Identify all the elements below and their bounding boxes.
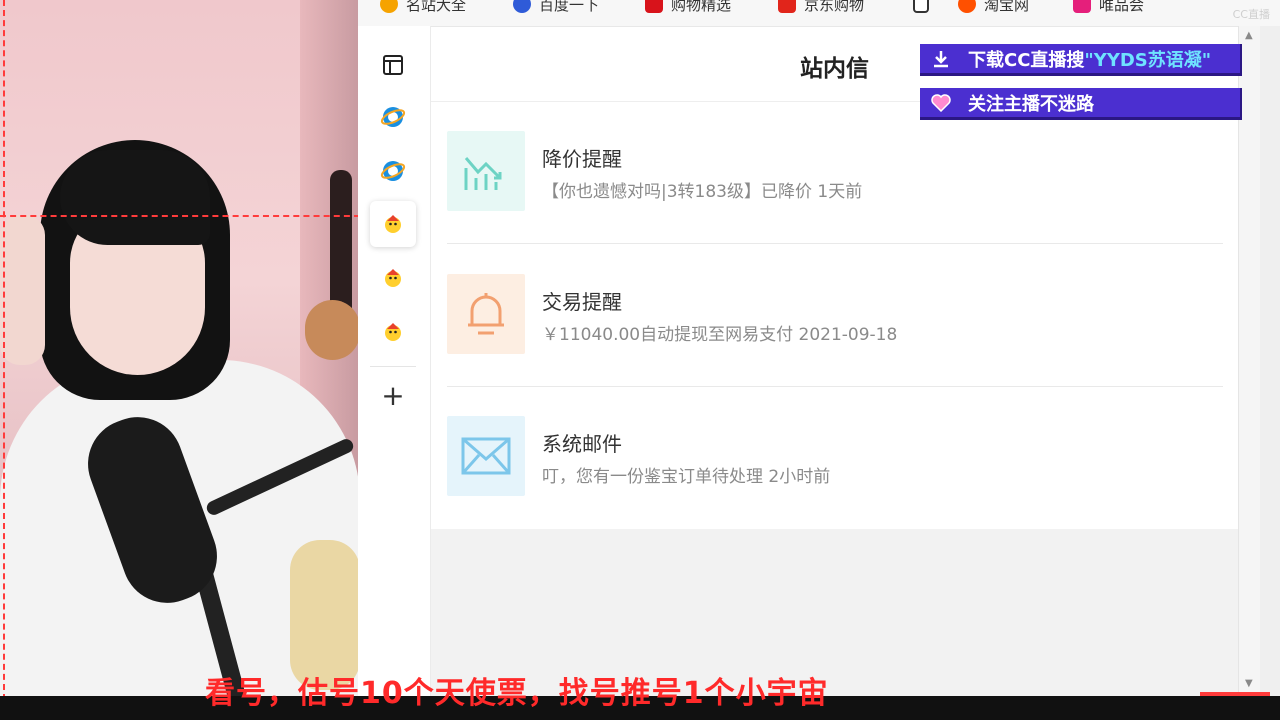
message-item-price-drop[interactable]: 降价提醒 【你也遗憾对吗|3转183级】已降价 1天前 [447,131,1223,251]
streamer-bangs [60,150,210,245]
panel-layout-icon [383,55,403,75]
scrollbar[interactable]: ▲ ▼ [1238,26,1261,696]
site-directory-icon [380,0,398,13]
frame-line-left [3,0,5,700]
mail-icon-box [447,416,525,496]
sidebar-chick-app-3[interactable] [370,309,416,355]
blank-page-icon [913,0,929,13]
follow-banner: 关注主播不迷路 [920,88,1242,120]
browser-e-icon [380,107,406,127]
sidebar-browser-1[interactable] [370,94,416,140]
sidebar-browser-2[interactable] [370,148,416,194]
scroll-down-icon[interactable]: ▼ [1245,678,1253,689]
mail-icon [461,437,511,475]
content-area: 站内信 降价提醒 【你也遗憾对吗|3转183级】已降价 1天前 交易提醒 ￥11… [431,26,1238,696]
chick-app-icon [385,215,401,233]
bookmark-label: 淘宝网 [984,0,1030,14]
bookmark-label: 百度一下 [539,0,600,14]
sidebar-divider [370,366,416,367]
bell-icon-box [447,274,525,354]
message-divider [447,386,1223,387]
message-title: 降价提醒 [542,147,622,171]
message-desc: 【你也遗憾对吗|3转183级】已降价 1天前 [542,182,863,202]
sidebar-chick-app-1[interactable] [370,201,416,247]
shopping-icon [645,0,663,13]
banner-text: 下载CC直播搜 [968,49,1085,71]
vip-icon [1073,0,1091,13]
chick-app-icon [385,323,401,341]
message-title: 交易提醒 [542,290,622,314]
bookmark-baidu[interactable]: 百度一下 [513,0,599,14]
streamer-webcam [0,0,360,700]
heart-icon [930,92,952,114]
chick-app-icon [385,269,401,287]
plus-icon: + [381,378,405,412]
sidebar-panel-toggle[interactable] [370,42,416,88]
banner-text: 关注主播不迷路 [968,93,1094,115]
scroll-up-icon[interactable]: ▲ [1245,30,1253,41]
bookmark-jd[interactable]: 京东购物 [778,0,864,14]
download-banner: 下载CC直播搜 "YYDS苏语凝" [920,44,1242,76]
browser-sidebar: + [358,26,431,696]
banner-highlight: "YYDS苏语凝" [1084,49,1212,71]
message-divider [447,243,1223,244]
bookmark-label: 唯品会 [1099,0,1145,14]
bookmark-site-directory[interactable]: 名站大全 [380,0,466,14]
sidebar-chick-app-2[interactable] [370,255,416,301]
bookmark-vip[interactable]: 唯品会 [1073,0,1144,14]
price-drop-icon-box [447,131,525,211]
browser-e-icon [380,161,406,181]
bookmark-label: 购物精选 [671,0,732,14]
message-desc: ￥11040.00自动提现至网易支付 2021-09-18 [542,325,898,345]
red-accent [1200,692,1270,696]
stream-caption: 看号，估号10个天使票，找号推号1个小宇宙 [205,676,829,711]
sidebar-add-button[interactable]: + [370,372,416,418]
bookmark-shopping[interactable]: 购物精选 [645,0,731,14]
bell-icon [468,293,504,335]
taobao-icon [958,0,976,13]
price-drop-icon [464,157,502,190]
message-item-system-mail[interactable]: 系统邮件 叮，您有一份鉴宝订单待处理 2小时前 [447,416,1223,536]
message-title: 系统邮件 [542,432,622,456]
baidu-icon [513,0,531,13]
bookmark-taobao[interactable]: 淘宝网 [958,0,1029,14]
bookmark-label: 名站大全 [406,0,467,14]
message-desc: 叮，您有一份鉴宝订单待处理 2小时前 [542,467,831,487]
window-edge [1260,26,1280,696]
streamer-hand [0,215,45,365]
bookmark-blank[interactable] [913,0,929,14]
guitar-body [305,300,360,360]
watermark-logo: CC直播 [1232,8,1270,21]
bookmarks-bar: 名站大全 百度一下 购物精选 京东购物 淘宝网 唯品会 CC直播 [358,0,1280,27]
bookmark-label: 京东购物 [804,0,865,14]
message-item-transaction[interactable]: 交易提醒 ￥11040.00自动提现至网易支付 2021-09-18 [447,274,1223,394]
download-icon [930,48,952,70]
jd-icon [778,0,796,13]
frame-line-top [0,215,360,217]
